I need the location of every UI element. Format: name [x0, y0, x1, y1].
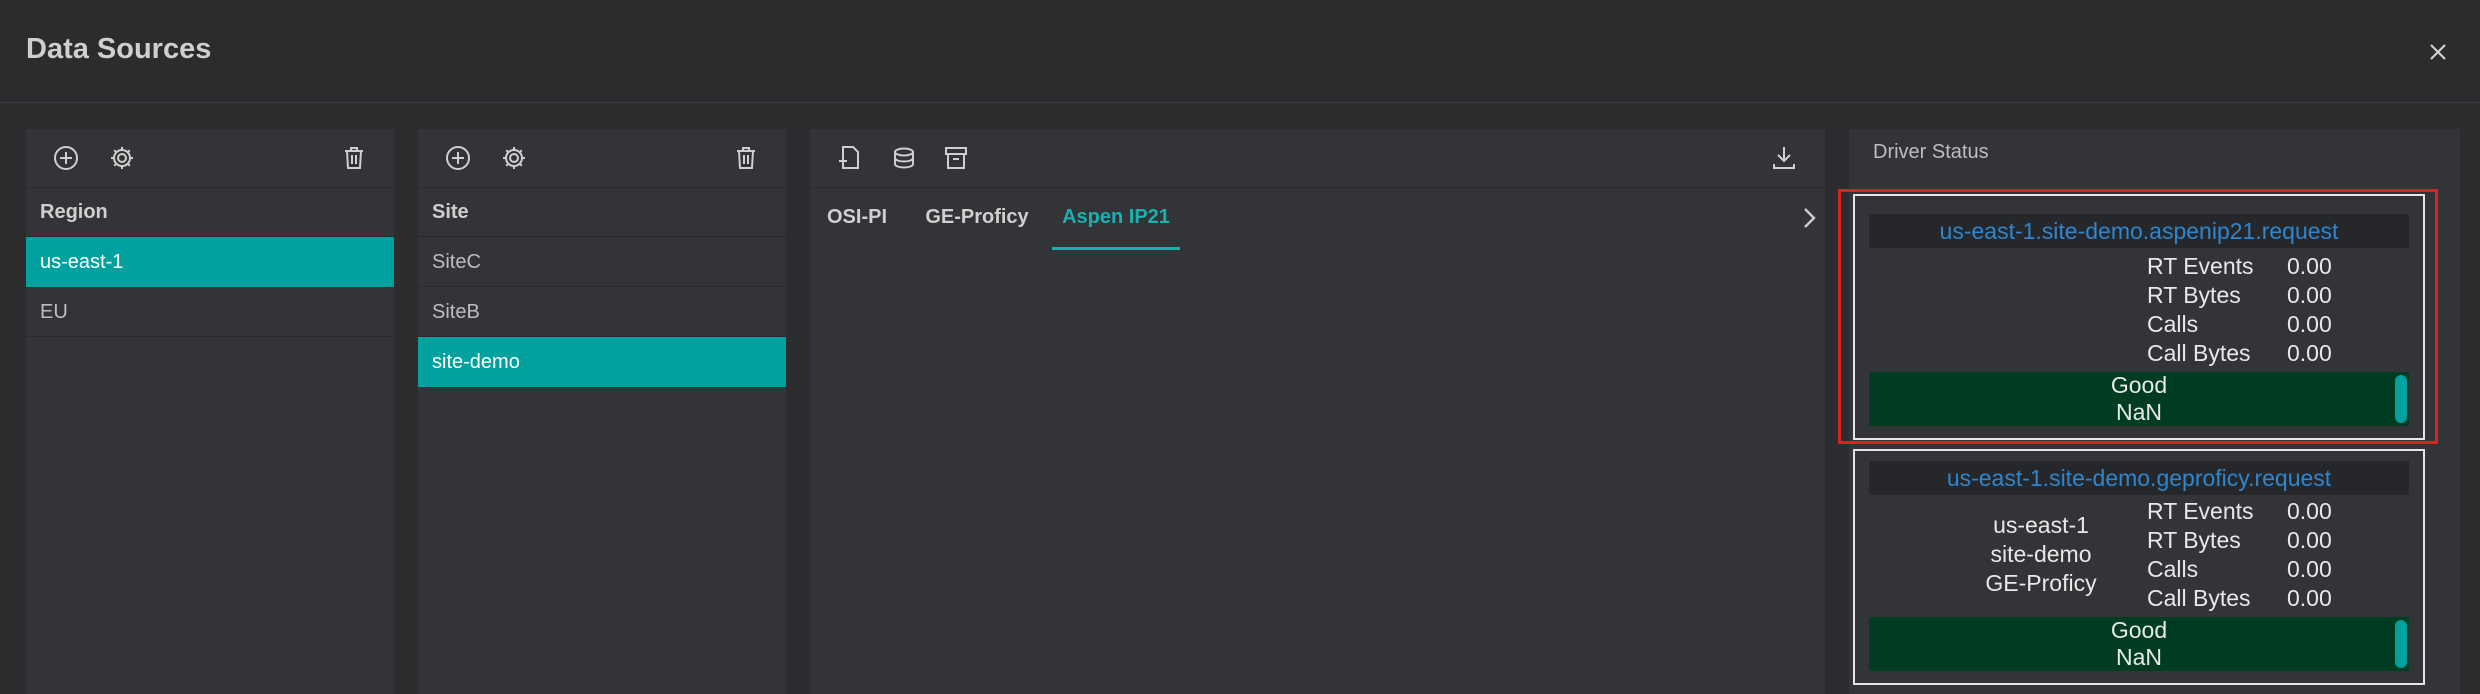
health-indicator	[2395, 620, 2407, 668]
health-status-value: NaN	[2115, 644, 2162, 670]
health-status-bar: Good NaN	[1869, 372, 2409, 426]
tab-aspen-ip21[interactable]: Aspen IP21	[1052, 187, 1180, 250]
close-icon[interactable]	[2422, 36, 2454, 68]
metric-label: Calls	[2147, 311, 2199, 337]
gear-icon	[503, 147, 525, 169]
metric-row: RT Events 0.00	[2147, 252, 2332, 281]
trash-icon	[737, 147, 755, 169]
driver-info: us-east-1 site-demo GE-Proficy	[1931, 511, 2151, 598]
metric-row: RT Bytes 0.00	[2147, 526, 2332, 555]
site-item-sitec[interactable]: SiteC	[418, 237, 786, 287]
metric-label: RT Events	[2147, 498, 2254, 524]
download-button[interactable]	[1768, 142, 1800, 174]
archive-button[interactable]	[940, 142, 972, 174]
driver-name[interactable]: us-east-1.site-demo.geproficy.request	[1869, 461, 2409, 495]
metric-value: 0.00	[2287, 556, 2332, 582]
region-toolbar	[26, 129, 394, 188]
metric-label: Call Bytes	[2147, 340, 2251, 366]
metric-row: RT Bytes 0.00	[2147, 281, 2332, 310]
drivers-panel: OSI-PI GE-Proficy Aspen IP21	[810, 129, 1825, 694]
metric-value: 0.00	[2287, 311, 2332, 337]
region-list: us-east-1 EU	[26, 237, 394, 337]
health-status-text: Good	[2110, 372, 2168, 398]
driver-metrics: RT Events 0.00 RT Bytes 0.00 Calls 0.00 Cal…	[2147, 497, 2332, 613]
metric-row: Calls 0.00	[2147, 555, 2332, 584]
dialog-title: Data Sources	[26, 33, 212, 65]
plus-circle-icon	[54, 146, 78, 170]
plus-circle-icon	[446, 146, 470, 170]
region-settings-button[interactable]	[106, 142, 138, 174]
metric-label: Calls	[2147, 556, 2199, 582]
region-column-header: Region	[26, 187, 394, 237]
file-plus-icon	[839, 146, 859, 169]
gear-icon	[111, 147, 133, 169]
driver-status-title: Driver Status	[1873, 141, 1989, 163]
new-driver-button[interactable]	[834, 142, 866, 174]
health-status-value: NaN	[2115, 399, 2162, 425]
driver-status-card: us-east-1.site-demo.geproficy.request us…	[1853, 449, 2425, 685]
region-item-eu[interactable]: EU	[26, 287, 394, 337]
chevron-right-icon[interactable]	[1798, 201, 1822, 235]
add-site-button[interactable]	[442, 142, 474, 174]
delete-region-button[interactable]	[338, 142, 370, 174]
download-icon	[1773, 147, 1795, 169]
site-panel: Site SiteC SiteB site-demo	[418, 129, 786, 694]
site-list: SiteC SiteB site-demo	[418, 237, 786, 387]
metric-value: 0.00	[2287, 253, 2332, 279]
metric-value: 0.00	[2287, 498, 2332, 524]
health-status-text: Good	[2110, 617, 2168, 643]
driver-info-region: us-east-1	[1993, 512, 2089, 538]
tab-ge-proficy[interactable]: GE-Proficy	[910, 187, 1044, 247]
metric-value: 0.00	[2287, 527, 2332, 553]
driver-status-card: us-east-1.site-demo.aspenip21.request RT…	[1853, 194, 2425, 440]
dialog-header: Data Sources	[0, 0, 2480, 103]
site-item-siteb[interactable]: SiteB	[418, 287, 786, 337]
metric-row: Call Bytes 0.00	[2147, 339, 2332, 368]
metric-value: 0.00	[2287, 585, 2332, 611]
metric-value: 0.00	[2287, 340, 2332, 366]
delete-site-button[interactable]	[730, 142, 762, 174]
driver-info-site: site-demo	[1990, 541, 2092, 567]
metric-label: RT Bytes	[2147, 527, 2241, 553]
database-sync-button[interactable]	[888, 142, 920, 174]
health-indicator	[2395, 375, 2407, 423]
driver-metrics: RT Events 0.00 RT Bytes 0.00 Calls 0.00 Cal…	[2147, 252, 2332, 368]
health-status-bar: Good NaN	[1869, 617, 2409, 671]
site-settings-button[interactable]	[498, 142, 530, 174]
region-panel: Region us-east-1 EU	[26, 129, 394, 694]
metric-label: RT Bytes	[2147, 282, 2241, 308]
metric-row: Call Bytes 0.00	[2147, 584, 2332, 613]
driver-name[interactable]: us-east-1.site-demo.aspenip21.request	[1869, 214, 2409, 248]
metric-label: Call Bytes	[2147, 585, 2251, 611]
database-icon	[894, 147, 914, 169]
site-item-site-demo[interactable]: site-demo	[418, 337, 786, 387]
drivers-toolbar	[810, 129, 1825, 188]
driver-tabs: OSI-PI GE-Proficy Aspen IP21	[810, 187, 1825, 250]
archive-icon	[945, 147, 967, 169]
metric-value: 0.00	[2287, 282, 2332, 308]
metric-label: RT Events	[2147, 253, 2254, 279]
metric-row: RT Events 0.00	[2147, 497, 2332, 526]
add-region-button[interactable]	[50, 142, 82, 174]
site-column-header: Site	[418, 187, 786, 237]
metric-row: Calls 0.00	[2147, 310, 2332, 339]
trash-icon	[345, 147, 363, 169]
driver-info-type: GE-Proficy	[1985, 570, 2097, 596]
site-toolbar	[418, 129, 786, 188]
region-item-us-east-1[interactable]: us-east-1	[26, 237, 394, 287]
tab-osi-pi[interactable]: OSI-PI	[818, 187, 896, 247]
